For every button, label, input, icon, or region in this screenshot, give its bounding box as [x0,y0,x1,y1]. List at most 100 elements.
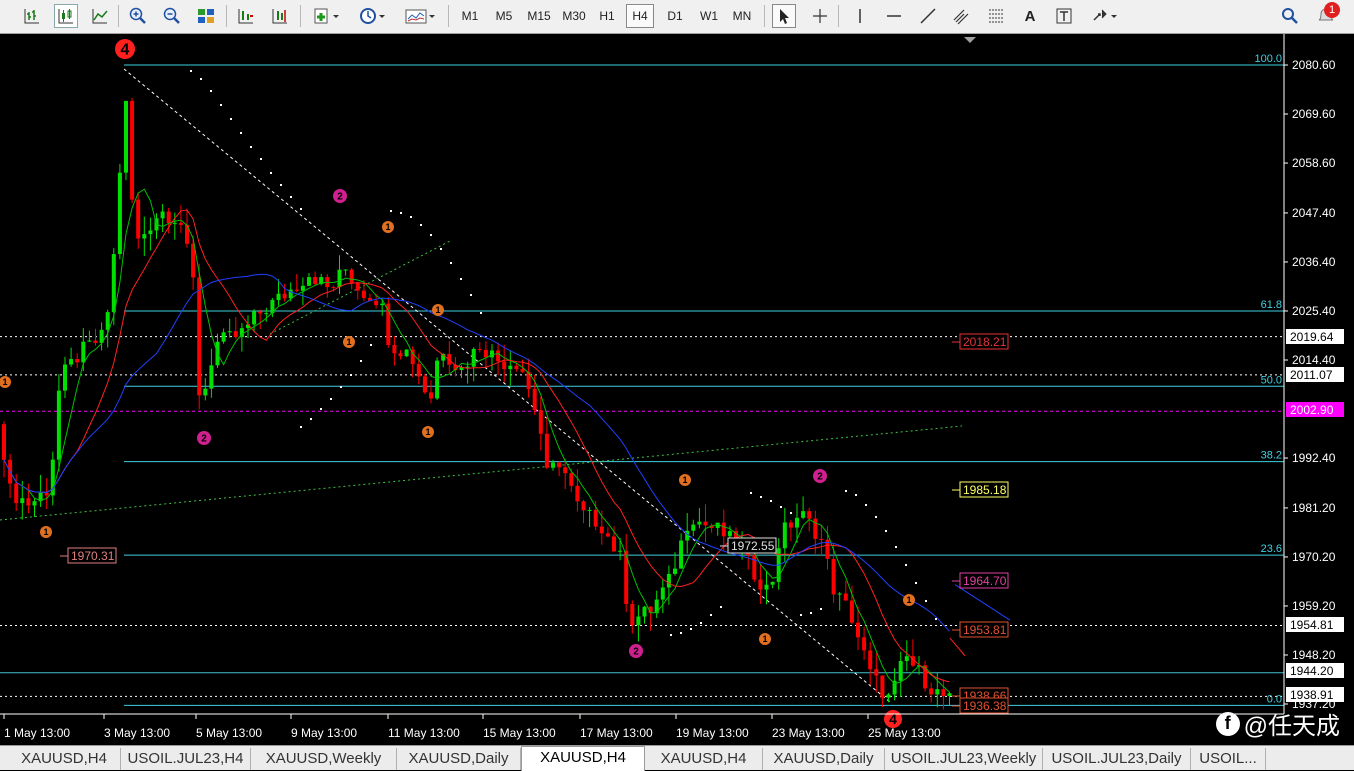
timeframe-m1[interactable]: M1 [456,4,484,28]
timeframe-d1[interactable]: D1 [661,4,689,28]
candle-body [788,522,793,528]
price-tick-label: 2080.60 [1292,58,1336,72]
price-label: 1936.38 [952,697,1009,714]
timeframe-m5[interactable]: M5 [490,4,518,28]
wave-marker-label: 2 [817,472,823,483]
sar-dot [350,374,352,376]
wave-marker: 1 [432,304,444,316]
price-label-text: 1985.18 [963,483,1007,497]
tab-usoil-jul23-h4[interactable]: USOIL.JUL23,H4 [121,748,251,770]
line-chart-icon[interactable] [88,4,112,28]
templates-icon[interactable] [400,4,440,28]
indicators-icon[interactable] [308,4,344,28]
candle-body [673,568,677,574]
sar-dot [390,210,392,212]
tab-xauusd-daily[interactable]: XAUUSD,Daily [763,748,885,770]
tab-xauusd-h4[interactable]: XAUUSD,H4 [521,746,645,771]
crosshair-icon[interactable] [808,4,832,28]
sar-dot [240,132,242,134]
text-label-icon[interactable] [1052,4,1076,28]
search-icon[interactable] [1278,4,1302,28]
candle-body [130,100,135,200]
auto-scroll-icon[interactable] [234,4,258,28]
candlestick-icon[interactable] [54,4,78,28]
date-tick-label: 1 May 13:00 [4,726,70,740]
candle-body [422,376,427,393]
price-label-text: 1972.55 [731,539,775,553]
candle-body [752,555,757,580]
vertical-line-icon[interactable] [848,4,872,28]
candle-body [886,694,891,698]
horizontal-line-icon[interactable] [882,4,906,28]
text-tool-icon[interactable]: A [1018,4,1042,28]
tab-xauusd-daily[interactable]: XAUUSD,Daily [397,748,521,770]
equidistant-channel-icon[interactable] [950,4,974,28]
candle-body [837,593,842,595]
sar-dot [670,634,672,636]
candle-body [404,349,409,357]
timeframe-h1[interactable]: H1 [593,4,621,28]
candle-body [160,211,165,219]
date-tick-label: 25 May 13:00 [868,726,941,740]
sar-dot [290,196,292,198]
wave-marker-label: 1 [346,337,351,347]
bar-chart-icon[interactable] [20,4,44,28]
candle-body [514,365,519,370]
price-tick-label: 2025.40 [1292,304,1336,318]
sar-dot [800,614,802,616]
sar-dot [230,118,232,120]
sar-dot [855,494,857,496]
axis-price-tag-text: 2002.90 [1290,403,1334,417]
fib-level-label: 50.0 [1261,374,1282,386]
price-chart[interactable]: 100.0 61.8 50.0 38.2 23.6 0.0 4 4 1 1 1 1 1 1 1 1 1 2 2 2 2 2… [0,34,1354,745]
candle-body [691,524,696,531]
date-tick-label: 9 May 13:00 [291,726,357,740]
periods-clock-icon[interactable] [354,4,390,28]
wave-marker-label: 2 [337,192,343,203]
candle-body [14,483,19,504]
chart-shift-icon[interactable] [268,4,292,28]
tab-usoil-[interactable]: USOIL... [1191,748,1266,770]
fibonacci-icon[interactable] [984,4,1008,28]
timeframe-m15[interactable]: M15 [523,4,555,28]
cursor-arrow-icon[interactable] [772,4,796,28]
candle-body [868,650,873,670]
candle-body [87,340,92,342]
price-tick-label: 1948.20 [1292,648,1336,662]
timeframe-m30[interactable]: M30 [558,4,590,28]
date-tick-label: 3 May 13:00 [104,726,170,740]
notification-bell-icon[interactable]: 1 [1312,2,1342,28]
axis-price-tag-text: 1944.20 [1290,664,1334,678]
tile-windows-icon[interactable] [194,4,218,28]
candle-body [795,517,799,528]
zoom-out-icon[interactable] [160,4,184,28]
timeframe-mn[interactable]: MN [728,4,756,28]
tab-xauusd-h4[interactable]: XAUUSD,H4 [645,748,763,770]
axis-price-tag-text: 1938.91 [1290,688,1334,702]
price-label: 1972.55 [720,537,777,554]
candle-body [605,533,610,537]
candle-body [764,584,769,590]
candle-body [904,656,909,661]
candle-body [172,222,177,224]
sar-dot [770,500,772,502]
trendline-icon[interactable] [916,4,940,28]
candle-body [551,462,555,468]
arrows-dropdown-icon[interactable] [1086,4,1122,28]
candle-body [75,359,80,363]
price-tick-label: 1970.20 [1292,550,1336,564]
candle-body [227,331,232,333]
price-label-text: 1936.38 [963,699,1007,713]
timeframe-w1[interactable]: W1 [695,4,723,28]
candle-body [483,349,488,358]
wave-marker: 1 [343,336,355,348]
zoom-in-icon[interactable] [126,4,150,28]
tab-xauusd-weekly[interactable]: XAUUSD,Weekly [251,748,397,770]
tab-xauusd-h4[interactable]: XAUUSD,H4 [8,748,121,770]
tab-usoil-jul23-daily[interactable]: USOIL.JUL23,Daily [1043,748,1191,770]
tab-usoil-jul23-weekly[interactable]: USOIL.JUL23,Weekly [885,748,1043,770]
timeframe-h4[interactable]: H4 [626,4,654,28]
sar-dot [300,208,302,210]
candle-body [361,290,366,299]
candle-body [81,341,86,363]
